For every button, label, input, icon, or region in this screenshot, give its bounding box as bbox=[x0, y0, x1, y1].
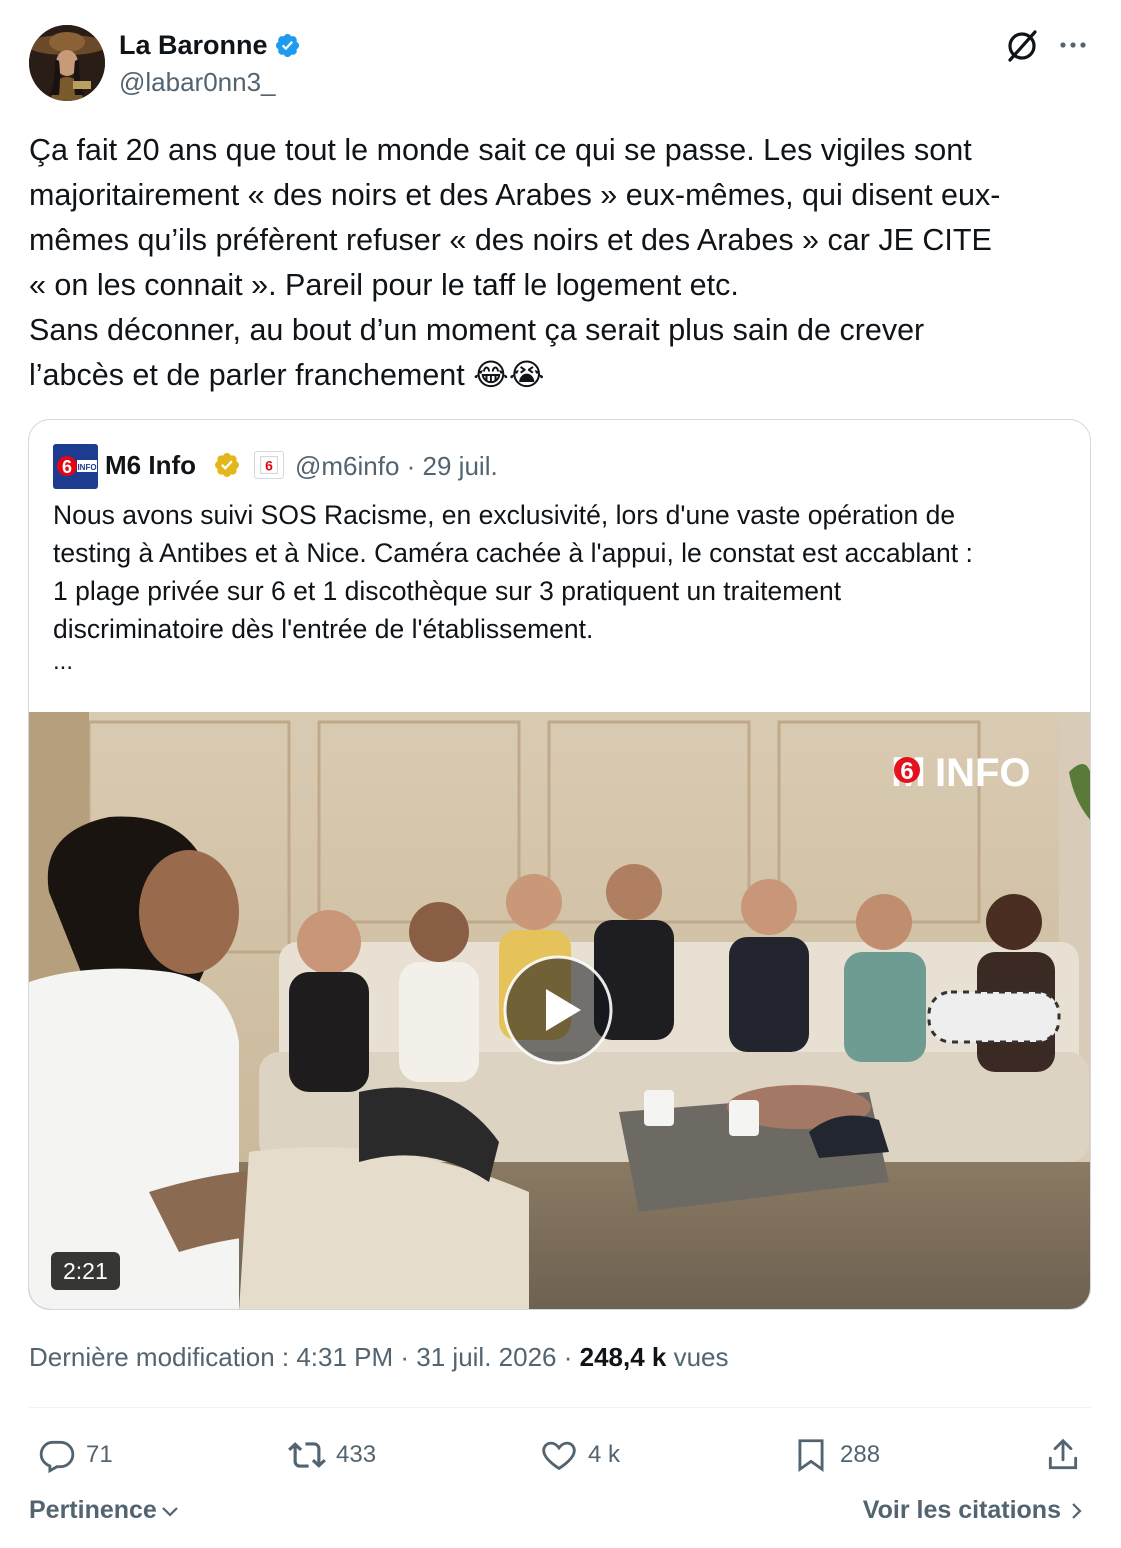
reply-icon bbox=[39, 1440, 75, 1474]
reply-button[interactable]: 71 bbox=[38, 1433, 113, 1477]
author-avatar[interactable] bbox=[29, 25, 105, 101]
quoted-tweet-card[interactable]: 6 INFO M6 Info 6 @m6info · 29 juil. Nous… bbox=[28, 419, 1091, 1310]
retweet-count: 433 bbox=[336, 1441, 377, 1468]
quoted-text-ellipsis: ... bbox=[53, 648, 74, 675]
gold-verified-badge-icon bbox=[215, 453, 239, 477]
verified-badge-icon bbox=[275, 33, 299, 58]
tweet-text: Ça fait 20 ans que tout le monde sait ce… bbox=[29, 128, 1091, 398]
quoted-text-line: discriminatoire dès l'entrée de l'établi… bbox=[53, 614, 594, 644]
share-button[interactable] bbox=[1044, 1433, 1082, 1477]
svg-text:6: 6 bbox=[265, 458, 273, 474]
sort-dropdown[interactable]: Pertinence bbox=[29, 1496, 181, 1525]
grok-icon[interactable] bbox=[1003, 27, 1041, 65]
video-thumbnail[interactable]: M 6 INFO 2:21 bbox=[29, 712, 1090, 1309]
quoted-author-name[interactable]: M6 Info bbox=[105, 450, 196, 481]
quoted-text-line: testing à Antibes et à Nice. Caméra cach… bbox=[53, 538, 973, 568]
author-name[interactable]: La Baronne bbox=[119, 30, 301, 61]
reply-count: 71 bbox=[86, 1441, 113, 1468]
tweet-text-line: l’abcès et de parler franchement 😂😭 bbox=[29, 358, 545, 392]
quoted-handle-date[interactable]: @m6info · 29 juil. bbox=[295, 451, 498, 482]
tweet-text-line: majoritairement « des noirs et des Arabe… bbox=[29, 178, 1001, 212]
quoted-text-line: Nous avons suivi SOS Racisme, en exclusi… bbox=[53, 500, 956, 530]
quoted-author-avatar[interactable]: 6 INFO bbox=[53, 444, 98, 489]
like-button[interactable]: 4 k bbox=[540, 1433, 620, 1477]
m6-watermark-digit: 6 bbox=[900, 758, 913, 785]
tweet-text-line: Ça fait 20 ans que tout le monde sait ce… bbox=[29, 133, 972, 167]
more-options-icon[interactable] bbox=[1056, 30, 1090, 60]
chevron-down-icon bbox=[162, 1506, 178, 1517]
like-count: 4 k bbox=[588, 1441, 621, 1468]
svg-text:6: 6 bbox=[62, 457, 72, 477]
m6-info-watermark: M 6 INFO bbox=[891, 748, 1031, 794]
chevron-right-icon bbox=[1072, 1502, 1082, 1519]
tweet-text-line: mêmes qu’ils préfèrent refuser « des noi… bbox=[29, 223, 992, 257]
m6-affiliate-icon[interactable]: 6 bbox=[254, 451, 284, 479]
video-duration: 2:21 bbox=[51, 1252, 120, 1290]
retweet-icon bbox=[288, 1442, 326, 1468]
views-label: vues bbox=[666, 1342, 729, 1372]
svg-text:INFO: INFO bbox=[77, 463, 96, 472]
quoted-text-line: 1 plage privée sur 6 et 1 discothèque su… bbox=[53, 576, 842, 606]
share-icon bbox=[1048, 1438, 1078, 1470]
quoted-tweet-text: Nous avons suivi SOS Racisme, en exclusi… bbox=[53, 496, 1073, 648]
heart-icon bbox=[542, 1441, 576, 1471]
author-handle[interactable]: @labar0nn3_ bbox=[119, 67, 276, 98]
retweet-button[interactable]: 433 bbox=[288, 1433, 376, 1477]
view-quotes-label: Voir les citations bbox=[862, 1496, 1061, 1524]
tweet-detail: La Baronne @labar0nn3_ Ça fait 20 ans qu… bbox=[0, 0, 1121, 1548]
bookmark-icon bbox=[798, 1439, 824, 1473]
bookmark-button[interactable]: 288 bbox=[792, 1433, 880, 1477]
bookmark-count: 288 bbox=[840, 1441, 881, 1468]
tweet-metadata: Dernière modification : 4:31 PM · 31 jui… bbox=[29, 1342, 729, 1373]
sort-label: Pertinence bbox=[29, 1496, 157, 1524]
edited-timestamp[interactable]: Dernière modification : 4:31 PM · 31 jui… bbox=[29, 1342, 580, 1372]
divider bbox=[29, 1407, 1091, 1408]
play-button-icon[interactable] bbox=[503, 955, 613, 1065]
tweet-text-line: « on les connait ». Pareil pour le taff … bbox=[29, 268, 739, 302]
m6-watermark-text: INFO bbox=[935, 751, 1031, 794]
tweet-text-line: Sans déconner, au bout d’un moment ça se… bbox=[29, 313, 925, 347]
view-quotes-link[interactable]: Voir les citations bbox=[863, 1496, 1085, 1525]
views-count: 248,4 k bbox=[579, 1342, 667, 1372]
